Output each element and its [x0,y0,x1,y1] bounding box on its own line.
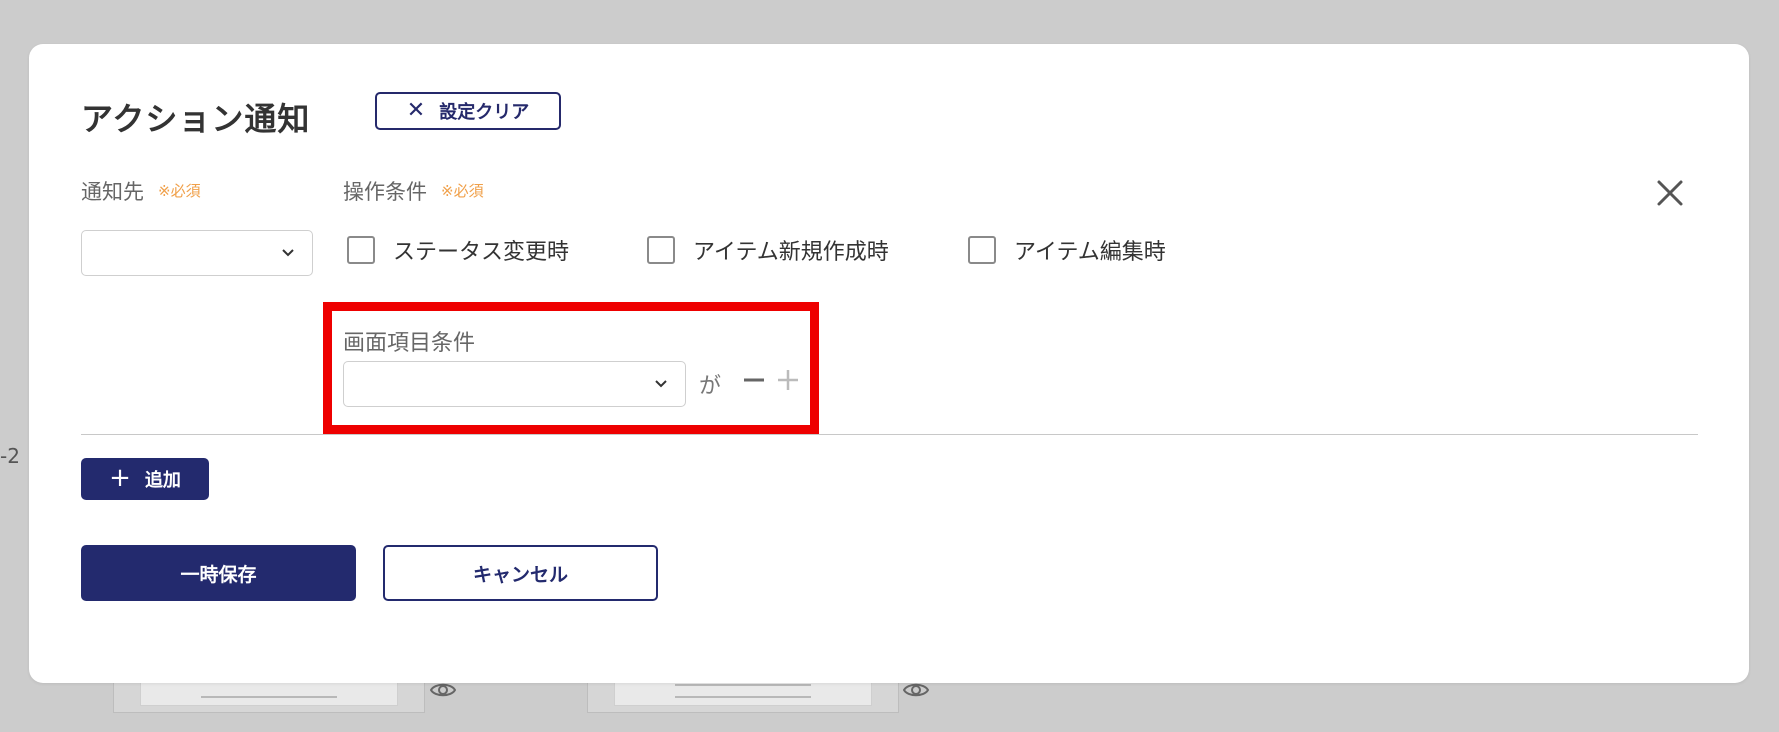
clear-settings-label: 設定クリア [439,102,530,123]
action-notification-modal: アクション通知 ✕ 設定クリア 通知先 ※必須 操作条件 ※必須 ステータス変更時 … [29,44,1749,683]
divider [81,434,1698,435]
clear-settings-button[interactable]: ✕ 設定クリア [375,92,561,130]
eye-icon [430,683,456,697]
required-mark: ※必須 [441,182,484,200]
modal-title: アクション通知 [81,100,311,138]
checkbox-label: アイテム新規作成時 [693,240,889,265]
notify-to-label: 通知先 ※必須 [81,176,201,206]
operation-conditions-label-text: 操作条件 [343,180,427,204]
plus-icon: + [109,463,131,493]
close-icon[interactable] [1653,176,1687,210]
notify-to-select[interactable] [81,230,313,276]
add-button-label: 追加 [144,470,181,491]
checkbox-box[interactable] [347,236,375,264]
add-button[interactable]: + 追加 [81,458,209,500]
checkbox-status-change[interactable]: ステータス変更時 [347,234,569,266]
notify-to-label-text: 通知先 [81,180,144,204]
required-mark: ※必須 [158,182,201,200]
operation-conditions-label: 操作条件 ※必須 [343,176,484,206]
checkbox-item-edit[interactable]: アイテム編集時 [968,234,1166,266]
close-icon: ✕ [406,98,426,123]
temporary-save-button[interactable]: 一時保存 [81,545,356,601]
eye-icon [903,683,929,697]
checkbox-item-create[interactable]: アイテム新規作成時 [647,234,889,266]
chevron-down-icon [282,249,294,257]
checkbox-label: ステータス変更時 [393,240,570,265]
checkbox-box[interactable] [647,236,675,264]
highlight-box [323,302,819,434]
checkbox-box[interactable] [968,236,996,264]
background-side-text: -2 [0,444,20,468]
cancel-button[interactable]: キャンセル [383,545,658,601]
checkbox-label: アイテム編集時 [1014,240,1166,265]
